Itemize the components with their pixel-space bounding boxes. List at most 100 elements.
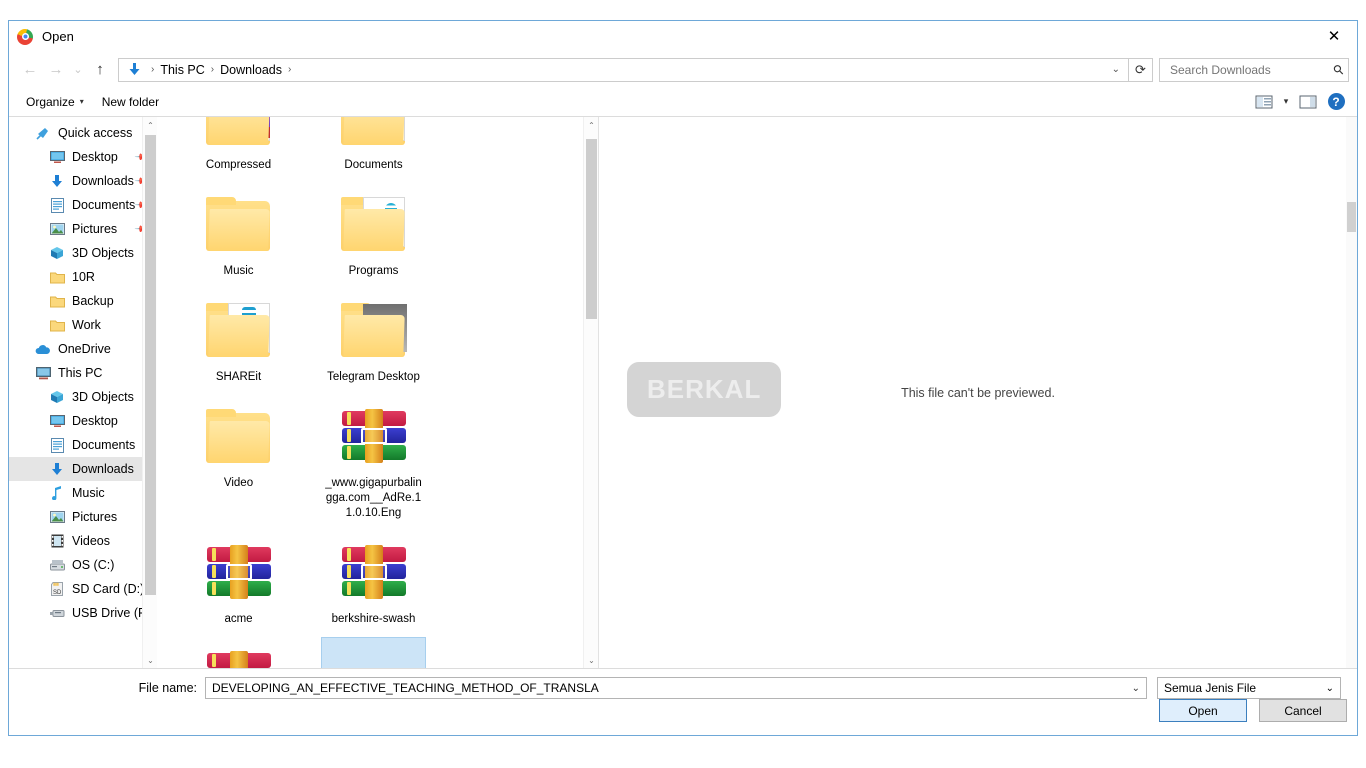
filename-label: File name:	[138, 681, 197, 695]
filename-combobox[interactable]: ⌄	[205, 677, 1147, 699]
file-tile-box[interactable]: Compressed	[186, 117, 291, 177]
breadcrumb-separator-1: ›	[210, 64, 215, 75]
file-tile[interactable]: Video	[171, 389, 306, 525]
sidebar-item-usb-drive-f[interactable]: USB Drive (F:)	[9, 601, 157, 625]
breadcrumb-crumb-downloads[interactable]: Downloads	[220, 63, 282, 77]
command-bar: Organize ▾ New folder ▾ ?	[9, 87, 1357, 117]
title-bar: Open ✕	[9, 21, 1357, 52]
file-thumbnail	[336, 188, 412, 260]
sidebar-scroll-thumb[interactable]	[145, 135, 156, 595]
desktop-icon	[49, 413, 65, 429]
file-tile-box[interactable]: DanysVirtualDrum2 (Beta 4) - CRONOSAL.bl…	[186, 637, 291, 668]
file-tile-box[interactable]: DEVELOPING_AN_EFFECTIVE_TEACHING_METHOD_…	[321, 637, 426, 668]
file-tile-box[interactable]: berkshire-swash	[321, 531, 426, 631]
sidebar-item-10r[interactable]: 10R	[9, 265, 157, 289]
sidebar-item-downloads[interactable]: Downloads	[9, 457, 157, 481]
close-icon[interactable]: ✕	[1311, 21, 1357, 51]
sidebar-item-onedrive[interactable]: OneDrive	[9, 337, 157, 361]
sidebar-item-pictures[interactable]: Pictures	[9, 505, 157, 529]
file-tile[interactable]: Telegram Desktop	[306, 283, 441, 389]
sidebar-item-3d-objects[interactable]: 3D Objects	[9, 241, 157, 265]
sidebar-scroll-up-icon[interactable]: ⌃	[143, 117, 157, 133]
sidebar-item-backup[interactable]: Backup	[9, 289, 157, 313]
file-tile[interactable]: Music	[171, 177, 306, 283]
sidebar-item-label: Work	[72, 318, 101, 332]
sidebar-item-videos[interactable]: Videos	[9, 529, 157, 553]
new-folder-button[interactable]: New folder	[93, 92, 168, 112]
file-scroll-down-icon[interactable]: ⌄	[584, 652, 598, 668]
sidebar-item-pictures[interactable]: Pictures📌	[9, 217, 157, 241]
file-tile-box[interactable]: acme	[186, 531, 291, 631]
file-tile[interactable]: Compressed	[171, 117, 306, 177]
file-thumbnail	[201, 536, 277, 608]
pictures-icon	[49, 509, 65, 525]
chevron-down-icon[interactable]: ⌄	[1128, 683, 1144, 694]
up-button[interactable]: ↑	[87, 57, 113, 83]
file-tile-box[interactable]: Video	[186, 395, 291, 495]
view-layout-caret[interactable]: ▾	[1279, 91, 1293, 113]
file-scroll-up-icon[interactable]: ⌃	[584, 117, 598, 133]
sidebar-item-this-pc[interactable]: This PC	[9, 361, 157, 385]
cancel-button[interactable]: Cancel	[1259, 699, 1347, 722]
footer-buttons: Open Cancel	[1159, 699, 1347, 722]
sidebar-item-os-c[interactable]: OS (C:)	[9, 553, 157, 577]
filename-input[interactable]	[210, 680, 1128, 696]
open-button[interactable]: Open	[1159, 699, 1247, 722]
search-input[interactable]	[1168, 61, 1335, 78]
file-tile-box[interactable]: epdf Documents	[321, 117, 426, 177]
sidebar-item-sd-card-d[interactable]: SD SD Card (D:)	[9, 577, 157, 601]
preview-pane-icon[interactable]	[1295, 91, 1321, 113]
search-box[interactable]: ⚲	[1159, 57, 1349, 82]
refresh-button[interactable]: ⟳	[1129, 57, 1153, 82]
sidebar-item-desktop[interactable]: Desktop📌	[9, 145, 157, 169]
sidebar-item-documents[interactable]: Documents	[9, 433, 157, 457]
preview-scroll-thumb[interactable]	[1347, 202, 1356, 232]
folder-icon	[340, 303, 407, 357]
breadcrumb-crumb-this-pc[interactable]: This PC	[160, 63, 204, 77]
forward-button[interactable]: →	[43, 57, 69, 83]
file-tile-box[interactable]: Programs	[321, 183, 426, 283]
recent-locations-button[interactable]: ⌄	[69, 57, 87, 83]
sidebar-scrollbar[interactable]: ⌃ ⌄	[142, 117, 157, 668]
file-list-panel[interactable]: Compressed epdf Documents Music Programs SHAR…	[157, 117, 599, 668]
filetype-select[interactable]: Semua Jenis File ⌄	[1157, 677, 1341, 699]
file-tile[interactable]: SHAREit	[171, 283, 306, 389]
breadcrumb-separator-0: ›	[151, 64, 155, 75]
sidebar-item-work[interactable]: Work	[9, 313, 157, 337]
file-tile-box[interactable]: Telegram Desktop	[321, 289, 426, 389]
file-tile[interactable]: epdf Documents	[306, 117, 441, 177]
chevron-down-icon[interactable]: ⌄	[1112, 64, 1124, 75]
sidebar-item-label: Videos	[72, 534, 110, 548]
sidebar-item-label: Pictures	[72, 222, 118, 236]
breadcrumb[interactable]: › This PC › Downloads › ⌄	[118, 57, 1129, 82]
sidebar-item-desktop[interactable]: Desktop	[9, 409, 157, 433]
folder-icon	[49, 317, 65, 333]
preview-scrollbar[interactable]	[1346, 117, 1357, 668]
help-button[interactable]: ?	[1323, 91, 1349, 113]
help-icon: ?	[1327, 93, 1345, 110]
file-scroll-thumb[interactable]	[586, 139, 597, 319]
view-layout-icon[interactable]	[1251, 91, 1277, 113]
sidebar-item-quick-access[interactable]: Quick access	[9, 121, 157, 145]
file-tile-box[interactable]: SHAREit	[186, 289, 291, 389]
sidebar-scroll-down-icon[interactable]: ⌄	[143, 652, 157, 668]
file-tile-box[interactable]: Music	[186, 183, 291, 283]
file-tile[interactable]: _www.gigapurbalingga.com__AdRe.11.0.10.E…	[306, 389, 441, 525]
sidebar-item-label: Documents	[72, 198, 136, 212]
file-grid: Compressed epdf Documents Music Programs SHAR…	[171, 117, 571, 668]
command-bar-right: ▾ ?	[1251, 91, 1349, 113]
file-list-scrollbar[interactable]: ⌃ ⌄	[583, 117, 598, 668]
sidebar-item-3d-objects[interactable]: 3D Objects	[9, 385, 157, 409]
file-tile[interactable]: acme	[171, 525, 306, 631]
dialog-footer: File name: ⌄ Semua Jenis File ⌄ Open Can…	[9, 669, 1357, 735]
sidebar-item-documents[interactable]: Documents📌	[9, 193, 157, 217]
file-tile[interactable]: DanysVirtualDrum2 (Beta 4) - CRONOSAL.bl…	[171, 631, 306, 668]
sidebar-item-music[interactable]: Music	[9, 481, 157, 505]
file-tile[interactable]: berkshire-swash	[306, 525, 441, 631]
file-tile-box[interactable]: _www.gigapurbalingga.com__AdRe.11.0.10.E…	[321, 395, 426, 525]
file-tile[interactable]: Programs	[306, 177, 441, 283]
sidebar-item-downloads[interactable]: Downloads📌	[9, 169, 157, 193]
organize-button[interactable]: Organize ▾	[17, 92, 93, 112]
file-tile[interactable]: DEVELOPING_AN_EFFECTIVE_TEACHING_METHOD_…	[306, 631, 441, 668]
back-button[interactable]: ←	[17, 57, 43, 83]
